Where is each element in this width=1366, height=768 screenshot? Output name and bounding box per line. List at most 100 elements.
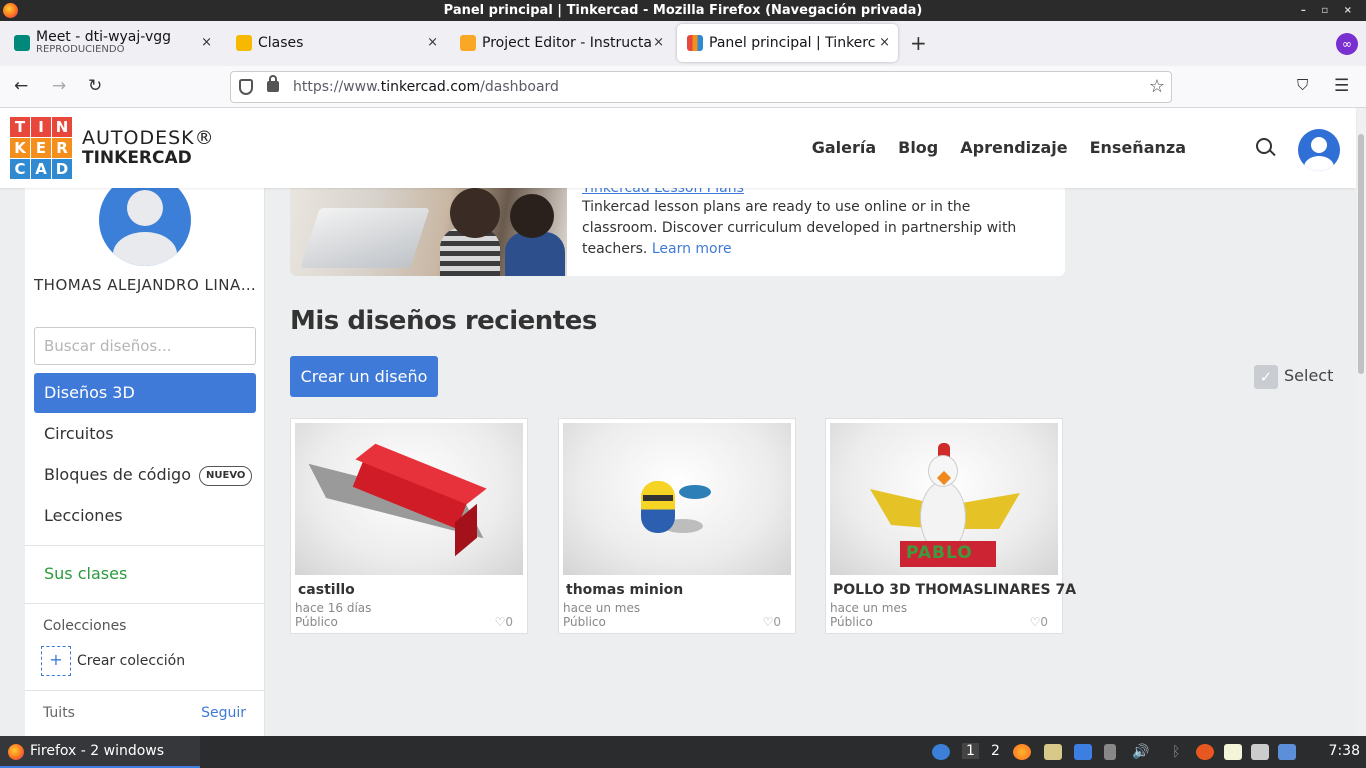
workspace-1[interactable]: 1 (962, 743, 979, 759)
nav-ensenanza[interactable]: Enseñanza (1090, 138, 1186, 157)
scrollbar-thumb[interactable] (1358, 134, 1364, 374)
tab-label: Project Editor - Instructables (482, 35, 652, 51)
volume-icon[interactable]: 🔊 (1132, 744, 1150, 760)
sidebar-item-classes[interactable]: Sus clases (44, 564, 127, 583)
profile-avatar[interactable] (99, 188, 191, 266)
sidebar-item-circuits[interactable]: Circuitos (34, 414, 256, 454)
lesson-description: Tinkercad lesson plans are ready to use … (582, 197, 1042, 260)
close-icon[interactable]: × (427, 35, 438, 50)
recent-designs-heading: Mis diseños recientes (290, 306, 597, 336)
lock-icon[interactable] (267, 75, 279, 92)
firefox-icon (8, 744, 24, 760)
design-time: hace un mes (563, 601, 641, 615)
window-title: Panel principal | Tinkercad - Mozilla Fi… (443, 3, 923, 18)
select-checkbox[interactable]: ✓ (1254, 365, 1278, 389)
instructables-icon (460, 35, 476, 51)
distro-icon[interactable] (932, 744, 950, 760)
search-designs-input[interactable] (34, 327, 256, 365)
window-controls[interactable]: – ▫ × (1301, 0, 1358, 21)
firefox-launcher-icon[interactable] (1013, 744, 1031, 760)
new-tab-button[interactable]: + (910, 31, 927, 55)
close-icon[interactable]: × (653, 35, 664, 50)
follow-link[interactable]: Seguir (201, 705, 246, 721)
design-card-castillo[interactable]: castillo hace 16 días Público ♡0 (290, 418, 528, 634)
tab-label: Clases (258, 35, 304, 51)
sidebar-item-codeblocks[interactable]: Bloques de código NUEVO (34, 455, 256, 495)
back-button[interactable]: ← (14, 76, 28, 96)
tab-label: Panel principal | Tinkercad (709, 35, 875, 51)
tinkercad-icon (687, 35, 703, 51)
bookmark-star-icon[interactable]: ☆ (1149, 72, 1165, 102)
heart-icon[interactable]: ♡0 (1030, 615, 1048, 629)
shield-icon[interactable] (239, 79, 253, 95)
taskbar-firefox[interactable]: Firefox - 2 windows (0, 736, 200, 768)
design-card-pollo[interactable]: PABLO POLLO 3D THOMASLINARES 7A hace un … (825, 418, 1076, 634)
workspace-2[interactable]: 2 (991, 743, 1000, 759)
file-manager-icon[interactable] (1044, 744, 1062, 760)
bluetooth-icon[interactable]: ᛒ (1172, 744, 1184, 760)
lesson-title-link[interactable]: Tinkercad Lesson Plans (582, 188, 744, 196)
menu-icon[interactable]: ☰ (1334, 76, 1349, 96)
screen-icon[interactable] (1251, 744, 1269, 760)
tab-meet[interactable]: Meet - dti-wyaj-vgg REPRODUCIENDO × (4, 24, 220, 62)
design-name[interactable]: castillo (298, 582, 355, 598)
design-name[interactable]: thomas minion (566, 582, 683, 598)
notes-icon[interactable] (1224, 744, 1242, 760)
design-thumbnail[interactable] (563, 423, 791, 575)
url-prefix: https://www. (293, 79, 381, 95)
heart-icon[interactable]: ♡0 (763, 615, 781, 629)
url-bar[interactable]: https://www.tinkercad.com/dashboard ☆ (230, 71, 1172, 103)
nav-galeria[interactable]: Galería (812, 138, 876, 157)
storage-icon[interactable] (1104, 744, 1116, 760)
private-browsing-icon[interactable]: ∞ (1336, 33, 1358, 55)
design-card-minion[interactable]: thomas minion hace un mes Público ♡0 (558, 418, 796, 634)
sidebar-item-label: Lecciones (44, 506, 123, 525)
design-thumbnail[interactable] (295, 423, 523, 575)
design-visibility: Público (295, 615, 338, 629)
sidebar-item-label: Circuitos (44, 424, 114, 443)
logo-letter: E (31, 138, 51, 158)
nav-blog[interactable]: Blog (898, 138, 938, 157)
url-path: /dashboard (480, 79, 559, 95)
sidebar-item-label: Diseños 3D (44, 383, 135, 402)
model-base-text: PABLO (906, 543, 973, 563)
logo-letter: N (52, 117, 72, 137)
tab-clases[interactable]: Clases × (226, 24, 446, 62)
user-avatar[interactable] (1298, 129, 1340, 171)
pocket-icon[interactable]: ⛉ (1297, 76, 1308, 94)
select-label[interactable]: Select (1284, 366, 1333, 385)
create-collection-button[interactable]: + Crear colección (41, 646, 185, 676)
design-visibility: Público (830, 615, 873, 629)
window-titlebar: Panel principal | Tinkercad - Mozilla Fi… (0, 0, 1366, 21)
desktop-icon[interactable] (1074, 744, 1092, 760)
tab-strip: Meet - dti-wyaj-vgg REPRODUCIENDO × Clas… (0, 21, 1366, 66)
tab-tinkercad[interactable]: Panel principal | Tinkercad × (677, 24, 898, 62)
navigation-bar: ← → ↻ https://www.tinkercad.com/dashboar… (0, 66, 1366, 108)
reload-button[interactable]: ↻ (88, 76, 102, 96)
search-icon[interactable] (1256, 138, 1272, 154)
close-icon[interactable]: × (201, 35, 212, 50)
sidebar-item-lessons[interactable]: Lecciones (34, 496, 256, 536)
create-design-button[interactable]: Crear un diseño (290, 356, 438, 397)
profile-name[interactable]: THOMAS ALEJANDRO LINARES (34, 276, 256, 294)
sidebar-item-3d-designs[interactable]: Diseños 3D (34, 373, 256, 413)
collections-heading: Colecciones (43, 618, 127, 634)
page-scrollbar[interactable] (1356, 108, 1366, 736)
brand-autodesk: AUTODESK® (82, 127, 215, 149)
forward-button[interactable]: → (52, 76, 66, 96)
close-icon[interactable]: × (879, 35, 890, 50)
update-icon[interactable] (1196, 744, 1214, 760)
brand[interactable]: AUTODESK® TINKERCAD (82, 128, 215, 168)
notification-icon[interactable] (1278, 744, 1296, 760)
firefox-icon (3, 3, 18, 18)
heart-icon[interactable]: ♡0 (495, 615, 513, 629)
design-name[interactable]: POLLO 3D THOMASLINARES 7A (833, 582, 1076, 598)
design-thumbnail[interactable]: PABLO (830, 423, 1058, 575)
lesson-image (290, 188, 567, 276)
tab-instructables[interactable]: Project Editor - Instructables × (450, 24, 672, 62)
tinkercad-logo[interactable]: TIN KER CAD (10, 117, 72, 179)
nav-aprendizaje[interactable]: Aprendizaje (960, 138, 1067, 157)
learn-more-link[interactable]: Learn more (652, 241, 732, 257)
logo-letter: T (10, 117, 30, 137)
logo-letter: I (31, 117, 51, 137)
